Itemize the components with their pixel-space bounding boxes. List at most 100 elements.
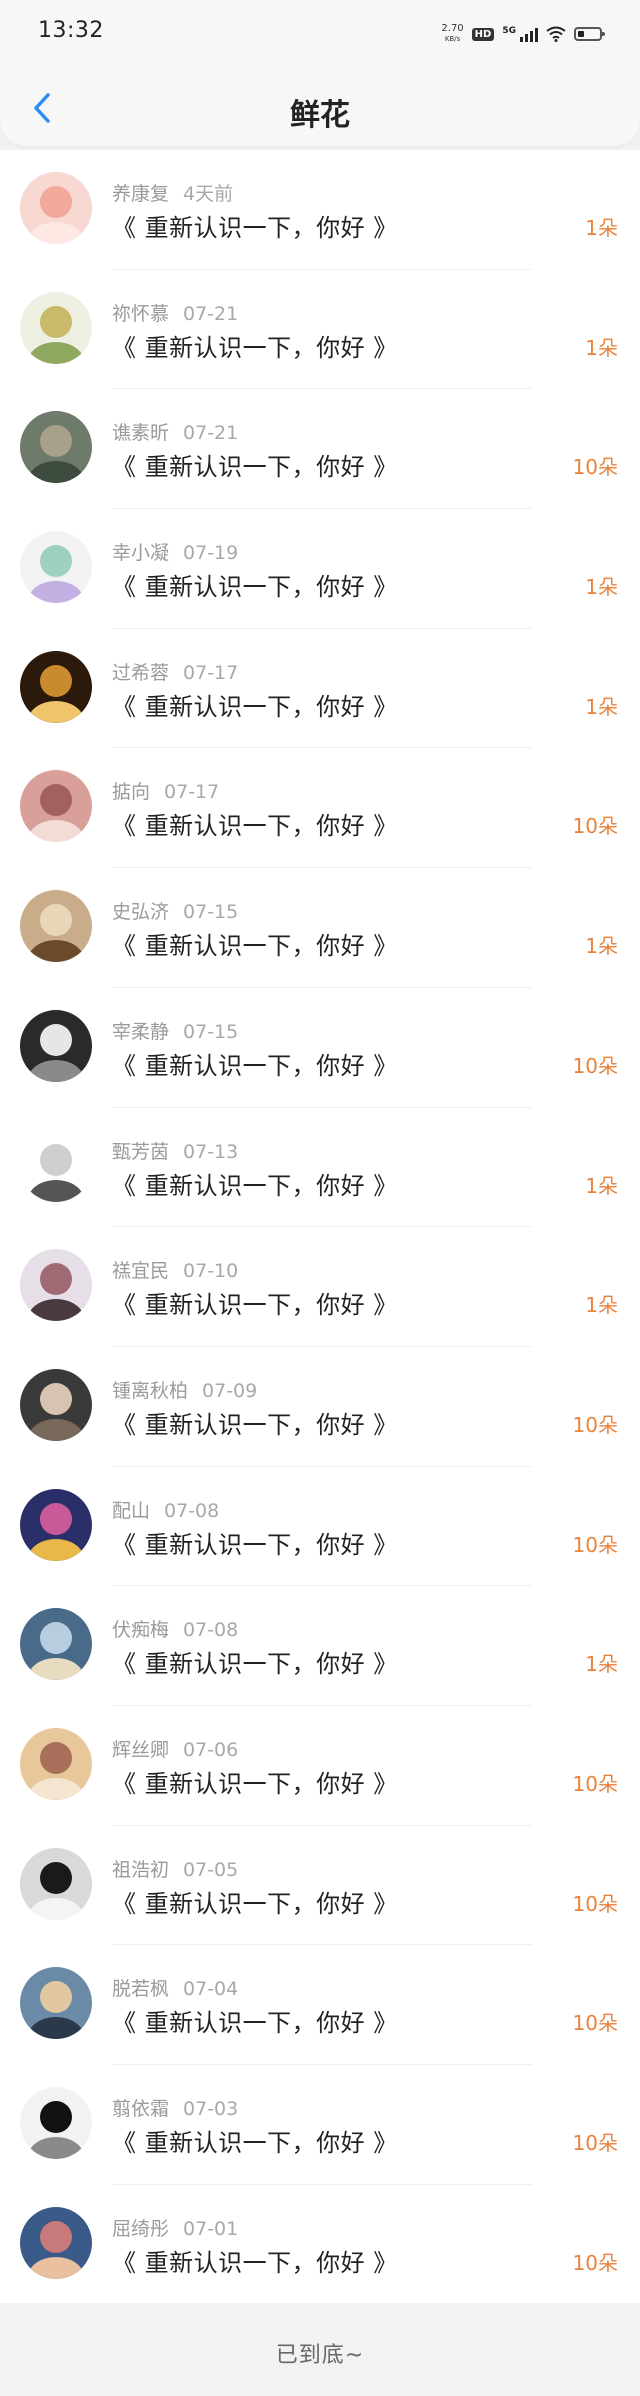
- sender-name: 锺离秋柏: [112, 1379, 189, 1402]
- gift-message: 《 重新认识一下，你好 》: [112, 1051, 398, 1080]
- list-item[interactable]: 祖浩初 07-05 《 重新认识一下，你好 》 10朵: [0, 1826, 640, 1946]
- flower-count: 10朵: [572, 2250, 618, 2275]
- page-title: 鲜花: [290, 98, 350, 133]
- gift-message: 《 重新认识一下，你好 》: [112, 2129, 398, 2157]
- two-kids-avatar[interactable]: [20, 1967, 92, 2040]
- list-item[interactable]: 脱若枫 07-04 《 重新认识一下，你好 》 10朵: [0, 1945, 640, 2065]
- gift-message: 《 重新认识一下，你好 》: [112, 1769, 398, 1798]
- sender-name: 幸小凝: [112, 542, 170, 565]
- sky-avatar[interactable]: [20, 1608, 92, 1681]
- sender-info: 脱若枫 07-04: [112, 1974, 238, 2001]
- send-date: 4天前: [183, 183, 234, 205]
- sender-info: 屈绮彤 07-01: [112, 2214, 238, 2241]
- portrait-avatar[interactable]: [20, 770, 92, 843]
- selfie-avatar[interactable]: [20, 1727, 92, 1800]
- send-date: 07-17: [164, 781, 220, 804]
- send-date: 07-10: [183, 1260, 239, 1283]
- gift-message: 《 重新认识一下，你好 》: [112, 333, 398, 362]
- hand-avatar[interactable]: [20, 1847, 92, 1920]
- navigation-bar: 鲜花: [0, 70, 640, 146]
- desk-items-avatar[interactable]: [20, 411, 92, 484]
- sketch-drawing-avatar[interactable]: [20, 890, 92, 963]
- flower-count: 10朵: [572, 455, 618, 480]
- sender-info: 配山 07-08: [112, 1496, 219, 1523]
- list-item[interactable]: 锺离秋柏 07-09 《 重新认识一下，你好 》 10朵: [0, 1347, 640, 1467]
- end-of-list: 已到底~: [0, 2303, 640, 2396]
- status-bar: 13:32 2.70 KB/s HD 5G: [0, 0, 640, 70]
- list-item[interactable]: 辉丝卿 07-06 《 重新认识一下，你好 》 10朵: [0, 1706, 640, 1826]
- send-date: 07-13: [183, 1140, 239, 1163]
- girl-photo-avatar[interactable]: [20, 1368, 92, 1441]
- gift-message: 《 重新认识一下，你好 》: [112, 2009, 398, 2038]
- photo-avatar[interactable]: [20, 1009, 92, 1082]
- list-item[interactable]: 幸小凝 07-19 《 重新认识一下，你好 》 1朵: [0, 509, 640, 629]
- send-date: 07-06: [183, 1738, 239, 1761]
- list-item[interactable]: 宰柔静 07-15 《 重新认识一下，你好 》 10朵: [0, 988, 640, 1108]
- flower-count: 10朵: [572, 2131, 618, 2155]
- list-item[interactable]: 养康复 4天前《 重新认识一下，你好 》 1朵: [0, 150, 640, 270]
- line-art-avatar[interactable]: [20, 1129, 92, 1202]
- list-item[interactable]: 屈绮彤 07-01 《 重新认识一下，你好 》 10朵: [0, 2185, 640, 2305]
- sender-name: 养康复: [112, 183, 170, 205]
- hd-icon: HD: [471, 27, 495, 41]
- list-item[interactable]: 伏痴梅 07-08 《 重新认识一下，你好 》 1朵: [0, 1586, 640, 1706]
- sender-name: 祖浩初: [112, 1858, 170, 1881]
- anime-girl-avatar[interactable]: [20, 172, 92, 244]
- list-item[interactable]: 翦依霜 07-03 《 重新认识一下，你好 》 10朵: [0, 2065, 640, 2185]
- sender-name: 屈绮彤: [112, 2217, 170, 2240]
- flower-count: 10朵: [572, 1532, 618, 1557]
- send-date: 07-08: [164, 1499, 220, 1522]
- gift-message: 《 重新认识一下，你好 》: [112, 573, 398, 602]
- colorful-art-avatar[interactable]: [20, 1488, 92, 1561]
- list-item[interactable]: 甄芳茵 07-13 《 重新认识一下，你好 》 1朵: [0, 1108, 640, 1228]
- night-building-avatar[interactable]: [20, 650, 92, 723]
- flower-count: 1朵: [585, 934, 618, 959]
- list-item[interactable]: 祢怀慕 07-21 《 重新认识一下，你好 》 1朵: [0, 270, 640, 390]
- send-date: 07-15: [183, 901, 239, 924]
- status-time: 13:32: [38, 18, 104, 43]
- sender-name: 配山: [112, 1499, 151, 1522]
- sender-name: 辉丝卿: [112, 1738, 170, 1761]
- list-item[interactable]: 史弘济 07-15 《 重新认识一下，你好 》 1朵: [0, 868, 640, 988]
- network-speed: 2.70 KB/s: [441, 24, 463, 44]
- sender-info: 禚宜民 07-10: [112, 1256, 238, 1283]
- gift-message: 《 重新认识一下，你好 》: [112, 1530, 398, 1559]
- network-type: 5G: [502, 26, 516, 36]
- list-item[interactable]: 禚宜民 07-10 《 重新认识一下，你好 》 1朵: [0, 1227, 640, 1347]
- flower-count: 10朵: [572, 1891, 618, 1916]
- sender-info: 甄芳茵 07-13: [112, 1137, 238, 1164]
- gift-message: 《 重新认识一下，你好 》: [112, 453, 398, 482]
- send-date: 07-21: [183, 422, 239, 445]
- cartoon-faces-avatar[interactable]: [20, 531, 92, 604]
- list-item[interactable]: 掂向 07-17 《 重新认识一下，你好 》 10朵: [0, 748, 640, 869]
- list-item[interactable]: 过希蓉 07-17 《 重新认识一下，你好 》 1朵: [0, 629, 640, 749]
- black-white-art-avatar[interactable]: [20, 2087, 92, 2159]
- blossom-avatar[interactable]: [20, 1249, 92, 1322]
- list-item[interactable]: 谯素昕 07-21 《 重新认识一下，你好 》 10朵: [0, 389, 640, 510]
- sender-info: 掂向 07-17: [112, 777, 219, 804]
- status-icons: 2.70 KB/s HD 5G: [441, 22, 605, 46]
- flower-count: 1朵: [585, 335, 618, 360]
- sender-info: 祖浩初 07-05: [112, 1855, 238, 1882]
- flower-count: 10朵: [572, 1412, 618, 1437]
- sender-name: 翦依霜: [112, 2098, 170, 2120]
- lotus-flower-avatar[interactable]: [20, 291, 92, 364]
- sender-name: 脱若枫: [112, 1978, 170, 2001]
- wifi-icon: [546, 26, 566, 42]
- sender-info: 辉丝卿 07-06: [112, 1735, 238, 1762]
- couple-photo-avatar[interactable]: [20, 2206, 92, 2279]
- signal-icon: 5G: [502, 26, 538, 42]
- send-date: 07-09: [202, 1379, 258, 1402]
- sender-info: 翦依霜 07-03: [112, 2094, 238, 2121]
- gift-message: 《 重新认识一下，你好 》: [112, 932, 398, 961]
- flower-count: 10朵: [572, 814, 618, 839]
- gift-message: 《 重新认识一下，你好 》: [112, 692, 398, 721]
- flower-count: 10朵: [572, 1771, 618, 1796]
- list-item[interactable]: 配山 07-08 《 重新认识一下，你好 》 10朵: [0, 1467, 640, 1587]
- send-date: 07-08: [183, 1619, 239, 1642]
- send-date: 07-19: [183, 542, 239, 565]
- sender-info: 伏痴梅 07-08: [112, 1615, 238, 1642]
- flower-count: 1朵: [585, 694, 618, 719]
- sender-name: 甄芳茵: [112, 1140, 170, 1163]
- flower-count: 1朵: [585, 1173, 618, 1198]
